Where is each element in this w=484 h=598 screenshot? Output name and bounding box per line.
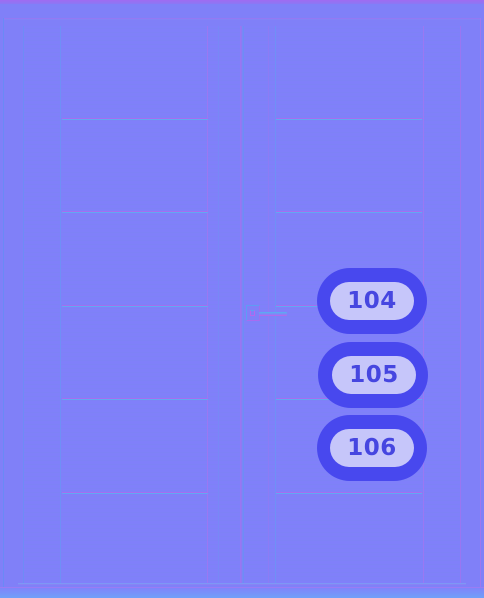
center-stile-line <box>218 26 219 584</box>
panel-groove <box>62 118 208 120</box>
door-frame-bottom <box>18 583 466 585</box>
floor-threshold <box>0 587 484 598</box>
room-number-badge[interactable]: 105 <box>318 342 428 408</box>
center-stile-line <box>268 26 269 584</box>
door-seam <box>241 26 243 584</box>
door-frame-right <box>480 18 481 588</box>
panel-groove <box>62 211 208 213</box>
panel-groove <box>276 211 422 213</box>
room-number-badge[interactable]: 106 <box>317 415 427 481</box>
top-edge <box>0 0 484 4</box>
door-handle-plate[interactable] <box>246 305 260 321</box>
door-frame-top <box>4 18 480 20</box>
door-handle[interactable] <box>259 312 287 316</box>
panel-groove <box>62 398 208 400</box>
room-number-badge[interactable]: 104 <box>317 268 427 334</box>
panel-groove <box>276 118 422 120</box>
room-number-label: 104 <box>330 282 414 320</box>
room-number-label: 106 <box>330 429 414 467</box>
panel-groove <box>276 492 422 494</box>
lock-icon <box>250 310 255 316</box>
door-frame-left <box>3 18 4 588</box>
panel-groove <box>62 492 208 494</box>
panel-groove <box>62 305 208 307</box>
panel-edge <box>60 26 61 584</box>
door-scene: 104 105 106 <box>0 0 484 598</box>
room-number-label: 105 <box>332 356 416 394</box>
